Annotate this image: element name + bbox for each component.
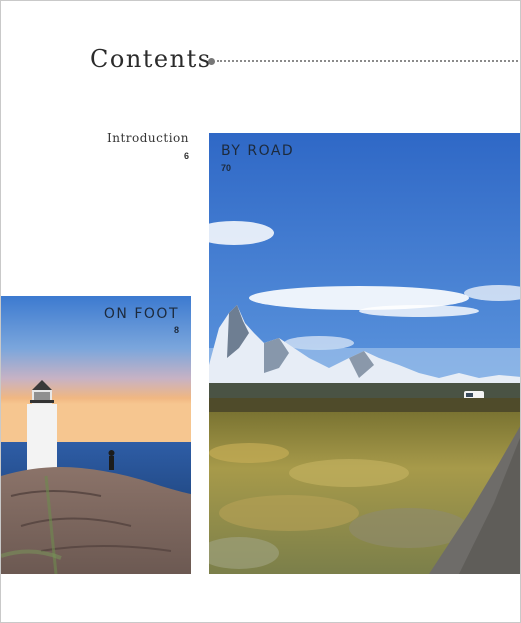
page-title: Contents [90,45,212,73]
by-road-page-number: 70 [221,163,232,173]
dotted-leader-line [217,60,520,62]
leader-dot [208,58,215,65]
by-road-entry-label: BY ROAD [221,143,295,159]
lighthouse-photo [1,296,191,574]
introduction-entry-label[interactable]: Introduction [107,131,189,145]
contents-page: Contents Introduction 6 BY ROAD 70 ON FO… [0,0,521,623]
on-foot-page-number: 8 [173,325,179,335]
by-road-section-card[interactable]: BY ROAD 70 [209,133,520,574]
on-foot-entry-label: ON FOOT [103,306,179,322]
on-foot-section-card[interactable]: ON FOOT 8 [1,296,191,574]
mountain-road-photo [209,133,520,574]
introduction-page-number: 6 [183,151,189,161]
